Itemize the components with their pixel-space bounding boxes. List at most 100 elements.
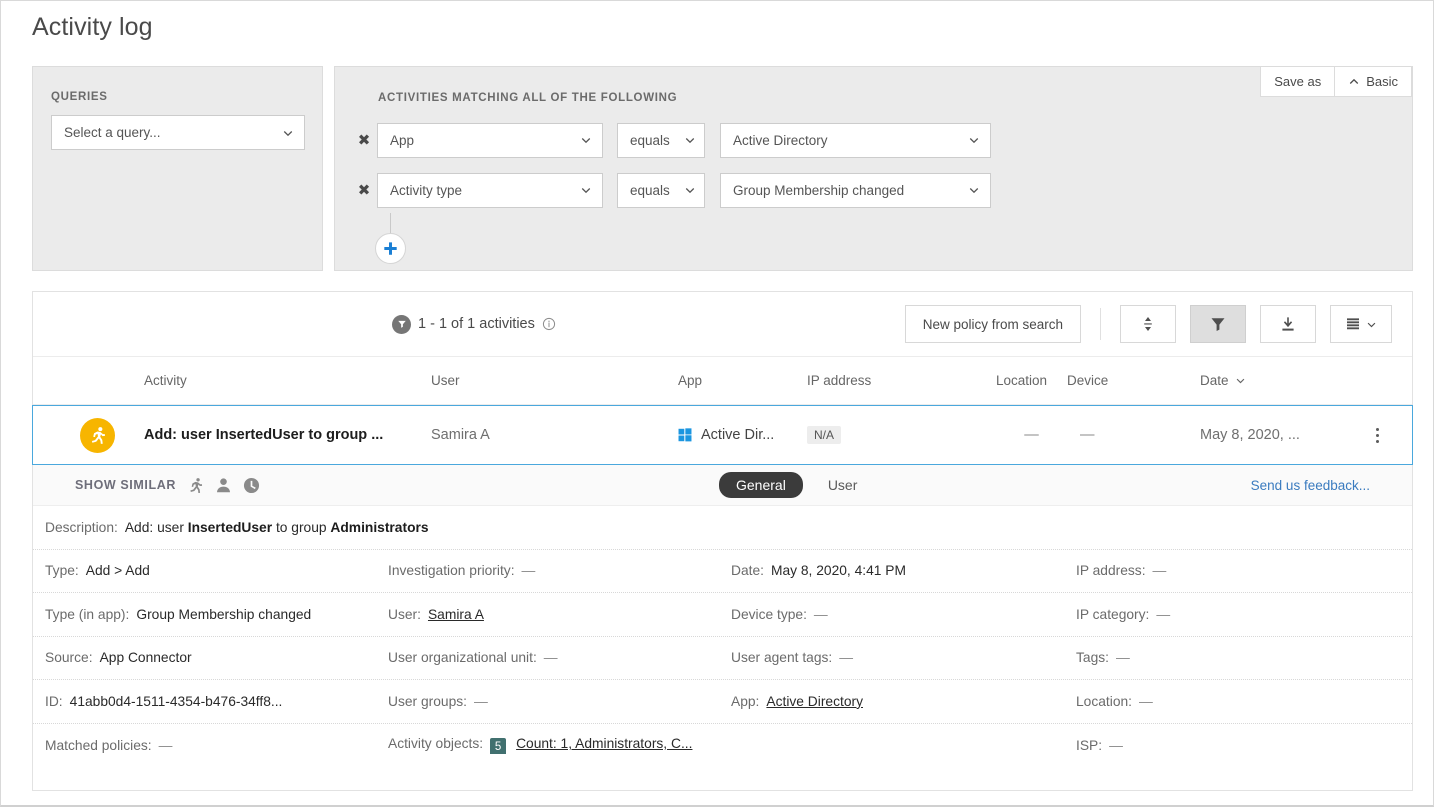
chevron-down-icon <box>969 138 979 144</box>
conditions-panel: ACTIVITIES MATCHING ALL OF THE FOLLOWING… <box>334 66 1413 271</box>
column-header-date[interactable]: Date <box>1200 373 1246 388</box>
results-card: 1 - 1 of 1 activities New policy from se… <box>32 291 1413 791</box>
user-icon[interactable] <box>215 477 232 494</box>
field-label: User: <box>388 606 421 622</box>
filter-badge-icon <box>392 314 411 334</box>
sort-button[interactable] <box>1120 305 1176 343</box>
detail-field-user-agent-tags: User agent tags: — <box>731 650 1076 665</box>
field-label: Device type: <box>731 606 807 622</box>
send-feedback-link[interactable]: Send us feedback... <box>1251 478 1370 493</box>
column-header-location[interactable]: Location <box>996 373 1067 388</box>
condition-field-select[interactable]: Activity type <box>377 172 603 208</box>
field-value: — <box>543 650 558 666</box>
results-count: 1 - 1 of 1 activities <box>392 314 556 334</box>
table-row[interactable]: Add: user InsertedUser to group ... Sami… <box>32 405 1413 465</box>
cell-user: Samira A <box>431 427 490 443</box>
chevron-down-icon <box>581 188 591 194</box>
remove-condition-button[interactable]: ✖ <box>351 182 377 198</box>
condition-operator-value: equals <box>630 132 670 148</box>
field-label: Location: <box>1076 693 1132 709</box>
detail-field-ip-category: IP category: — <box>1076 607 1412 622</box>
field-label: User agent tags: <box>731 650 833 666</box>
column-header-ip-address[interactable]: IP address <box>807 373 996 388</box>
activity-objects-count-badge: 5 <box>490 738 507 755</box>
column-header-app[interactable]: App <box>678 373 807 388</box>
tab-user[interactable]: User <box>811 472 875 498</box>
activity-icon[interactable] <box>187 477 204 494</box>
field-value: May 8, 2020, 4:41 PM <box>770 563 906 579</box>
cell-ip-address: N/A <box>807 426 996 444</box>
condition-row: ✖ App equals Active Directory <box>351 115 991 165</box>
query-select[interactable]: Select a query... <box>51 115 305 150</box>
field-value-link[interactable]: Active Directory <box>766 694 863 709</box>
detail-field-id: ID: 41abb0d4-1511-4354-b476-34ff8... <box>33 694 388 709</box>
detail-field-source: Source: App Connector <box>33 650 388 665</box>
clock-icon[interactable] <box>243 477 260 494</box>
detail-field-user-org-unit: User organizational unit: — <box>388 650 731 665</box>
detail-field-user-groups: User groups: — <box>388 694 731 709</box>
field-value: — <box>1115 650 1130 666</box>
detail-field-date: Date: May 8, 2020, 4:41 PM <box>731 563 1076 578</box>
field-label: Investigation priority: <box>388 563 515 579</box>
export-icon <box>1282 317 1294 331</box>
new-policy-from-search-button[interactable]: New policy from search <box>904 305 1081 343</box>
query-select-value: Select a query... <box>64 125 161 140</box>
detail-row: Type: Add > Add Investigation priority: — … <box>33 550 1412 593</box>
export-button[interactable] <box>1260 305 1316 343</box>
field-value: — <box>473 693 488 709</box>
chevron-down-icon <box>685 138 695 144</box>
field-label: Type: <box>45 563 79 579</box>
row-actions-button[interactable] <box>1376 427 1379 443</box>
detail-field-matched-policies: Matched policies: — <box>33 738 388 753</box>
save-as-button[interactable]: Save as <box>1260 66 1336 97</box>
condition-operator-select[interactable]: equals <box>617 172 705 208</box>
field-value: Group Membership changed <box>136 606 312 622</box>
windows-icon <box>678 428 692 442</box>
column-header-user[interactable]: User <box>431 373 678 388</box>
condition-field-select[interactable]: App <box>377 122 603 158</box>
add-condition-wrap <box>351 213 991 267</box>
condition-value-text: Group Membership changed <box>733 182 905 198</box>
field-value-link[interactable]: Count: 1, Administrators, C... <box>516 736 692 751</box>
queries-label: QUERIES <box>51 91 108 103</box>
info-icon[interactable] <box>542 317 556 331</box>
field-value: 41abb0d4-1511-4354-b476-34ff8... <box>69 693 283 709</box>
detail-field-isp: ISP: — <box>1076 738 1412 753</box>
condition-field-value: App <box>390 132 415 148</box>
activity-log-page: Activity log QUERIES Select a query... A… <box>0 0 1434 807</box>
condition-value-select[interactable]: Active Directory <box>720 122 991 158</box>
condition-value-select[interactable]: Group Membership changed <box>720 172 991 208</box>
detail-field-tags: Tags: — <box>1076 650 1412 665</box>
field-label: Type (in app): <box>45 606 130 622</box>
remove-condition-button[interactable]: ✖ <box>351 132 377 148</box>
activity-type-icon <box>80 417 115 453</box>
description-cell: Description: Add: user InsertedUser to g… <box>33 520 429 535</box>
column-header-device[interactable]: Device <box>1067 373 1200 388</box>
view-options-button[interactable] <box>1330 305 1392 343</box>
toolbar-actions: New policy from search <box>904 305 1392 343</box>
desc-middle: to group <box>272 519 331 535</box>
condition-operator-select[interactable]: equals <box>617 122 705 158</box>
basic-label: Basic <box>1366 74 1398 89</box>
column-header-activity[interactable]: Activity <box>144 373 431 388</box>
filter-area: QUERIES Select a query... ACTIVITIES MAT… <box>32 66 1413 271</box>
field-label: User organizational unit: <box>388 650 537 666</box>
field-label: Matched policies: <box>45 737 152 753</box>
filter-actions: Save as Basic <box>1260 66 1412 97</box>
detail-field-activity-objects: Activity objects: 5 Count: 1, Administra… <box>388 736 731 755</box>
filter-button[interactable] <box>1190 305 1246 343</box>
tab-general[interactable]: General <box>719 472 803 498</box>
filter-icon <box>1211 318 1225 331</box>
field-value: — <box>1109 737 1123 753</box>
chevron-down-icon <box>581 138 591 144</box>
cell-app: Active Dir... <box>678 427 807 443</box>
field-value: — <box>1139 693 1153 709</box>
field-value: Add > Add <box>85 563 150 579</box>
chevron-down-icon <box>1236 378 1244 384</box>
field-value-link[interactable]: Samira A <box>428 607 484 622</box>
cell-app-label: Active Dir... <box>701 427 775 443</box>
add-condition-button[interactable] <box>375 233 406 264</box>
condition-field-value: Activity type <box>390 182 463 198</box>
detail-field-investigation-priority: Investigation priority: — <box>388 563 731 578</box>
basic-toggle-button[interactable]: Basic <box>1335 66 1412 97</box>
